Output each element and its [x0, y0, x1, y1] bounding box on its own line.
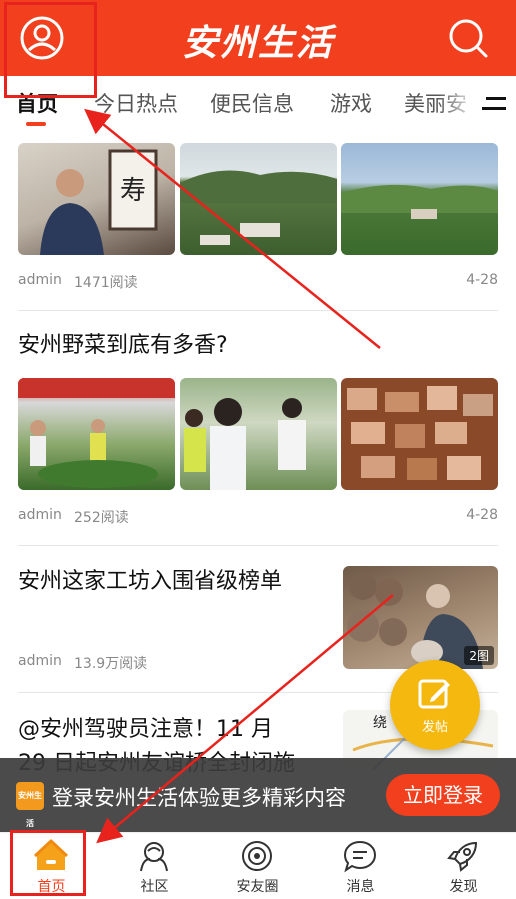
circle-icon: [242, 841, 272, 871]
publish-date: 4-28: [466, 272, 498, 288]
login-prompt: 登录安州生活体验更多精彩内容: [52, 786, 346, 810]
login-button[interactable]: 立即登录: [386, 774, 500, 816]
nav-messages[interactable]: 消息: [309, 833, 412, 899]
post-button[interactable]: 发帖: [390, 660, 480, 750]
nav-label: 社区: [140, 879, 169, 895]
news-thumbnail: [180, 143, 337, 255]
nav-discover[interactable]: 发现: [412, 833, 515, 899]
news-thumbnail[interactable]: 2图: [343, 566, 498, 669]
tab-service[interactable]: 便民信息: [210, 88, 294, 118]
read-count: 1471阅读: [74, 275, 138, 291]
nav-label: 消息: [346, 879, 375, 895]
news-thumbnail: [18, 378, 175, 490]
author: admin: [18, 507, 62, 523]
news-title-line-1[interactable]: @安州驾驶员注意！11 月: [18, 713, 273, 747]
news-meta: admin 252阅读 4-28: [18, 507, 498, 526]
news-thumbnail: [180, 378, 337, 490]
search-icon[interactable]: [446, 16, 490, 60]
nav-label: 发现: [449, 879, 478, 895]
app-logo: 安州生活: [16, 782, 44, 828]
tabs-fade: [438, 76, 478, 132]
post-button-label: 发帖: [421, 720, 448, 735]
news-images[interactable]: 寿: [18, 143, 498, 255]
nav-friends-circle[interactable]: 安友圈: [206, 833, 309, 899]
read-count: 13.9万阅读: [74, 656, 148, 672]
news-title[interactable]: 安州野菜到底有多香?: [18, 329, 228, 363]
author: admin: [18, 272, 62, 288]
read-count: 252阅读: [74, 510, 129, 526]
news-thumbnail: [341, 378, 498, 490]
news-meta: admin 1471阅读 4-28: [18, 272, 498, 291]
news-meta: admin 13.9万阅读: [18, 653, 318, 672]
divider: [18, 310, 498, 311]
rocket-icon: [447, 841, 478, 872]
login-banner: 安州生活 登录安州生活体验更多精彩内容 立即登录: [0, 758, 516, 832]
active-tab-indicator: [26, 122, 46, 126]
nav-label: 安友圈: [236, 879, 279, 895]
divider: [18, 545, 498, 546]
image-count-badge: 2图: [464, 646, 494, 665]
svg-text:寿: 寿: [120, 176, 146, 206]
tab-hot[interactable]: 今日热点: [94, 88, 178, 118]
nav-community[interactable]: 社区: [103, 833, 206, 899]
news-thumbnail: [341, 143, 498, 255]
author: admin: [18, 653, 62, 669]
news-thumbnail: 寿: [18, 143, 175, 255]
news-title[interactable]: 安州这家工坊入围省级榜单: [18, 565, 282, 599]
tab-games[interactable]: 游戏: [330, 88, 372, 118]
annotation-box-home: [10, 830, 86, 896]
community-icon: [140, 842, 168, 872]
message-icon: [343, 840, 377, 873]
annotation-box-user: [4, 2, 97, 98]
map-label: 绕: [373, 715, 387, 731]
news-images[interactable]: [18, 378, 498, 490]
menu-icon[interactable]: [482, 94, 508, 114]
edit-icon: [418, 679, 450, 709]
publish-date: 4-28: [466, 507, 498, 523]
